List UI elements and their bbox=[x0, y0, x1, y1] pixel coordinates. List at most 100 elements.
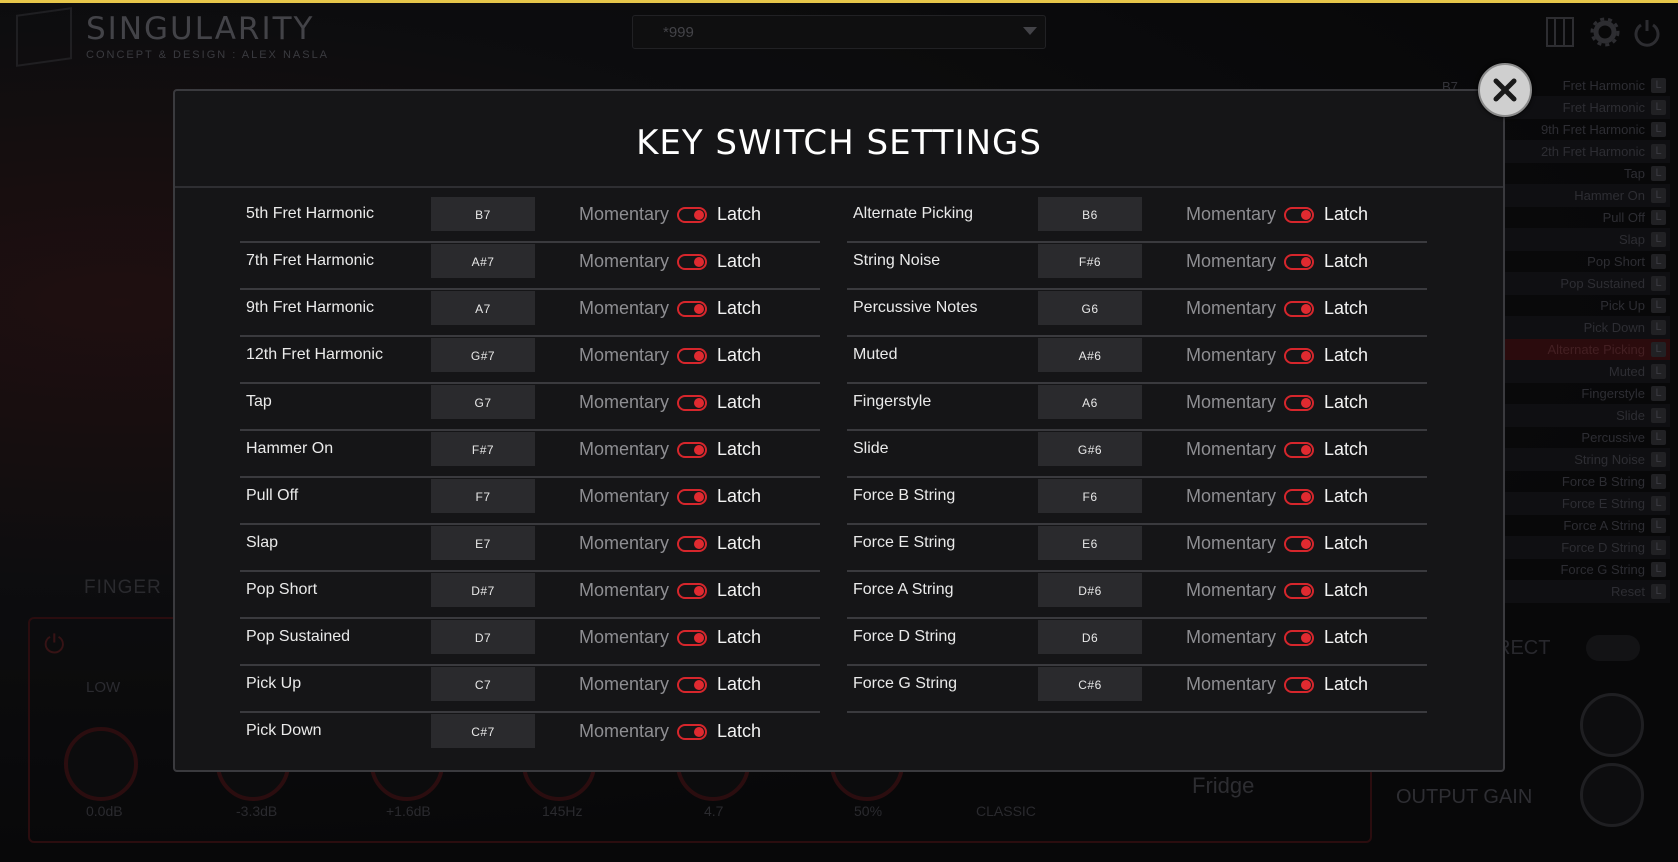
articulation-name: 5th Fret Harmonic bbox=[246, 205, 375, 222]
articulation-name: Pop Sustained bbox=[246, 628, 351, 645]
latch-toggle[interactable] bbox=[677, 583, 707, 599]
toggle-knob bbox=[1301, 398, 1311, 408]
latch-toggle[interactable] bbox=[677, 489, 707, 505]
key-assign-field[interactable]: F6 bbox=[1038, 479, 1142, 513]
toggle-knob bbox=[1301, 492, 1311, 502]
key-assign-field[interactable]: C#7 bbox=[431, 714, 535, 748]
keyswitch-row: Pull Off F7 Momentary Latch bbox=[240, 478, 820, 525]
key-assign-field[interactable]: F#6 bbox=[1038, 244, 1142, 278]
latch-toggle[interactable] bbox=[677, 630, 707, 646]
latch-label: Latch bbox=[1324, 204, 1369, 224]
toggle-knob bbox=[1301, 539, 1311, 549]
articulation-name: Force A String bbox=[853, 581, 954, 598]
momentary-label: Momentary bbox=[1186, 439, 1277, 459]
momentary-label: Momentary bbox=[579, 486, 670, 506]
latch-label: Latch bbox=[717, 580, 762, 600]
key-assign-field[interactable]: G7 bbox=[431, 385, 535, 419]
key-assign-field[interactable]: A#7 bbox=[431, 244, 535, 278]
latch-toggle[interactable] bbox=[677, 207, 707, 223]
latch-toggle[interactable] bbox=[1284, 630, 1314, 646]
latch-label: Latch bbox=[1324, 345, 1369, 365]
latch-toggle[interactable] bbox=[1284, 301, 1314, 317]
latch-toggle[interactable] bbox=[1284, 536, 1314, 552]
latch-toggle[interactable] bbox=[1284, 395, 1314, 411]
momentary-label: Momentary bbox=[579, 674, 670, 694]
key-assign-field[interactable]: A7 bbox=[431, 291, 535, 325]
momentary-label: Momentary bbox=[579, 392, 670, 412]
latch-label: Latch bbox=[1324, 392, 1369, 412]
latch-label: Latch bbox=[717, 298, 762, 318]
articulation-name: 7th Fret Harmonic bbox=[246, 252, 375, 269]
key-assign-field[interactable]: D7 bbox=[431, 620, 535, 654]
keyswitch-row: Tap G7 Momentary Latch bbox=[240, 384, 820, 431]
key-assign-field[interactable]: D#7 bbox=[431, 573, 535, 607]
key-assign-field[interactable]: G6 bbox=[1038, 291, 1142, 325]
latch-toggle[interactable] bbox=[677, 254, 707, 270]
close-button[interactable] bbox=[1478, 63, 1532, 117]
toggle-knob bbox=[1301, 633, 1311, 643]
latch-label: Latch bbox=[717, 392, 762, 412]
latch-label: Latch bbox=[717, 533, 762, 553]
latch-label: Latch bbox=[1324, 439, 1369, 459]
latch-label: Latch bbox=[1324, 580, 1369, 600]
articulation-name: Pop Short bbox=[246, 581, 318, 598]
key-assign-field[interactable]: C#6 bbox=[1038, 667, 1142, 701]
latch-toggle[interactable] bbox=[1284, 442, 1314, 458]
key-assign-field[interactable]: A6 bbox=[1038, 385, 1142, 419]
latch-toggle[interactable] bbox=[677, 677, 707, 693]
latch-label: Latch bbox=[717, 439, 762, 459]
momentary-label: Momentary bbox=[1186, 627, 1277, 647]
key-assign-field[interactable]: A#6 bbox=[1038, 338, 1142, 372]
toggle-knob bbox=[1301, 586, 1311, 596]
keyswitch-row: Force B String F6 Momentary Latch bbox=[847, 478, 1427, 525]
momentary-label: Momentary bbox=[1186, 486, 1277, 506]
latch-toggle[interactable] bbox=[677, 395, 707, 411]
key-assign-field[interactable]: B7 bbox=[431, 197, 535, 231]
articulation-name: Hammer On bbox=[246, 440, 334, 457]
latch-toggle[interactable] bbox=[1284, 489, 1314, 505]
keyswitch-column-left: 5th Fret Harmonic B7 Momentary Latch 7th Fre… bbox=[240, 196, 820, 760]
latch-toggle[interactable] bbox=[677, 724, 707, 740]
key-assign-field[interactable]: B6 bbox=[1038, 197, 1142, 231]
latch-toggle[interactable] bbox=[677, 536, 707, 552]
articulation-name: Force D String bbox=[853, 628, 957, 645]
momentary-label: Momentary bbox=[579, 580, 670, 600]
key-assign-field[interactable]: G#6 bbox=[1038, 432, 1142, 466]
key-assign-field[interactable]: F#7 bbox=[431, 432, 535, 466]
latch-toggle[interactable] bbox=[677, 301, 707, 317]
articulation-name: String Noise bbox=[853, 252, 941, 269]
key-assign-field[interactable]: C7 bbox=[431, 667, 535, 701]
latch-label: Latch bbox=[717, 721, 762, 741]
latch-label: Latch bbox=[717, 204, 762, 224]
latch-toggle[interactable] bbox=[677, 442, 707, 458]
key-assign-field[interactable]: G#7 bbox=[431, 338, 535, 372]
toggle-knob bbox=[694, 727, 704, 737]
key-assign-field[interactable]: D6 bbox=[1038, 620, 1142, 654]
latch-toggle[interactable] bbox=[1284, 254, 1314, 270]
toggle-knob bbox=[694, 539, 704, 549]
latch-label: Latch bbox=[1324, 251, 1369, 271]
toggle-knob bbox=[1301, 257, 1311, 267]
toggle-knob bbox=[694, 492, 704, 502]
momentary-label: Momentary bbox=[1186, 533, 1277, 553]
key-assign-field[interactable]: F7 bbox=[431, 479, 535, 513]
latch-toggle[interactable] bbox=[1284, 207, 1314, 223]
toggle-knob bbox=[694, 445, 704, 455]
articulation-name: Alternate Picking bbox=[853, 205, 974, 222]
dialog-title: KEY SWITCH SETTINGS bbox=[636, 123, 1042, 163]
key-assign-field[interactable]: E7 bbox=[431, 526, 535, 560]
latch-toggle[interactable] bbox=[677, 348, 707, 364]
articulation-name: Force E String bbox=[853, 534, 956, 551]
keyswitch-row: Pop Short D#7 Momentary Latch bbox=[240, 572, 820, 619]
latch-toggle[interactable] bbox=[1284, 583, 1314, 599]
latch-toggle[interactable] bbox=[1284, 677, 1314, 693]
momentary-label: Momentary bbox=[1186, 298, 1277, 318]
keyswitch-row: String Noise F#6 Momentary Latch bbox=[847, 243, 1427, 290]
keyswitch-row: Force G String C#6 Momentary Latch bbox=[847, 666, 1427, 713]
toggle-knob bbox=[1301, 680, 1311, 690]
toggle-knob bbox=[694, 633, 704, 643]
momentary-label: Momentary bbox=[1186, 251, 1277, 271]
latch-toggle[interactable] bbox=[1284, 348, 1314, 364]
key-assign-field[interactable]: D#6 bbox=[1038, 573, 1142, 607]
key-assign-field[interactable]: E6 bbox=[1038, 526, 1142, 560]
